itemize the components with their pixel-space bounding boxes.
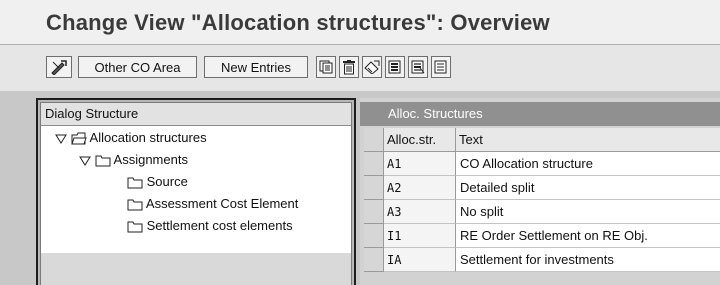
table-cell-text[interactable]: No split (456, 200, 720, 224)
tree-node-allocation-structures[interactable]: Allocation structures (55, 127, 207, 149)
tree-node-source[interactable]: Source (127, 171, 188, 193)
tree-node-assignments[interactable]: Assignments (79, 149, 188, 171)
select-all-column-button[interactable] (364, 128, 384, 152)
display-change-icon[interactable] (46, 56, 72, 78)
tree-node-assessment-cost-element[interactable]: Assessment Cost Element (127, 193, 298, 215)
row-selector[interactable] (364, 248, 384, 272)
row-selector[interactable] (364, 152, 384, 176)
deselect-all-icon[interactable] (431, 56, 451, 78)
table-cell-key[interactable]: I1 (384, 224, 456, 248)
tree-node-label: Assignments (113, 152, 188, 167)
application-toolbar: Other CO Area New Entries (0, 45, 720, 91)
table-cell-key[interactable]: IA (384, 248, 456, 272)
undo-icon[interactable] (362, 56, 382, 78)
folder-icon (127, 196, 143, 211)
folder-icon (95, 152, 111, 167)
row-selector[interactable] (364, 176, 384, 200)
table-cell-text[interactable]: Settlement for investments (456, 248, 720, 272)
delete-icon[interactable] (339, 56, 359, 78)
table-pane: Alloc. Structures Alloc.str. Text A1 CO … (360, 98, 720, 285)
dialog-structure-pane: Dialog Structure Allocation structures A… (36, 98, 356, 285)
new-entries-button[interactable]: New Entries (204, 56, 308, 78)
tree-node-label: Allocation structures (89, 130, 207, 145)
page-title: Change View "Allocation structures": Ove… (46, 10, 550, 35)
table-cell-key[interactable]: A3 (384, 200, 456, 224)
table-caption: Alloc. Structures (360, 102, 720, 126)
expand-triangle-icon[interactable] (55, 130, 67, 145)
tree-node-label: Assessment Cost Element (145, 196, 299, 211)
table-cell-key[interactable]: A1 (384, 152, 456, 176)
table-cell-text[interactable]: RE Order Settlement on RE Obj. (456, 224, 720, 248)
table-cell-text[interactable]: Detailed split (456, 176, 720, 200)
column-header-alloc-str[interactable]: Alloc.str. (384, 128, 456, 152)
row-selector[interactable] (364, 224, 384, 248)
dialog-structure-header: Dialog Structure (41, 103, 351, 126)
expand-triangle-icon[interactable] (79, 152, 91, 167)
tree-node-label: Settlement cost elements (146, 218, 293, 233)
table-cell-text[interactable]: CO Allocation structure (456, 152, 720, 176)
copy-icon[interactable] (316, 56, 336, 78)
select-block-icon[interactable] (408, 56, 428, 78)
title-bar: Change View "Allocation structures": Ove… (0, 0, 720, 45)
table-cell-key[interactable]: A2 (384, 176, 456, 200)
folder-icon (127, 218, 143, 233)
folder-icon (127, 174, 143, 189)
tree-node-label: Source (146, 174, 188, 189)
row-selector[interactable] (364, 200, 384, 224)
column-header-text[interactable]: Text (456, 128, 720, 152)
other-co-area-button[interactable]: Other CO Area (78, 56, 197, 78)
open-folder-icon (70, 130, 87, 145)
tree-empty-area (41, 253, 351, 285)
tree-node-settlement-cost-elements[interactable]: Settlement cost elements (127, 215, 293, 237)
select-all-icon[interactable] (385, 56, 405, 78)
